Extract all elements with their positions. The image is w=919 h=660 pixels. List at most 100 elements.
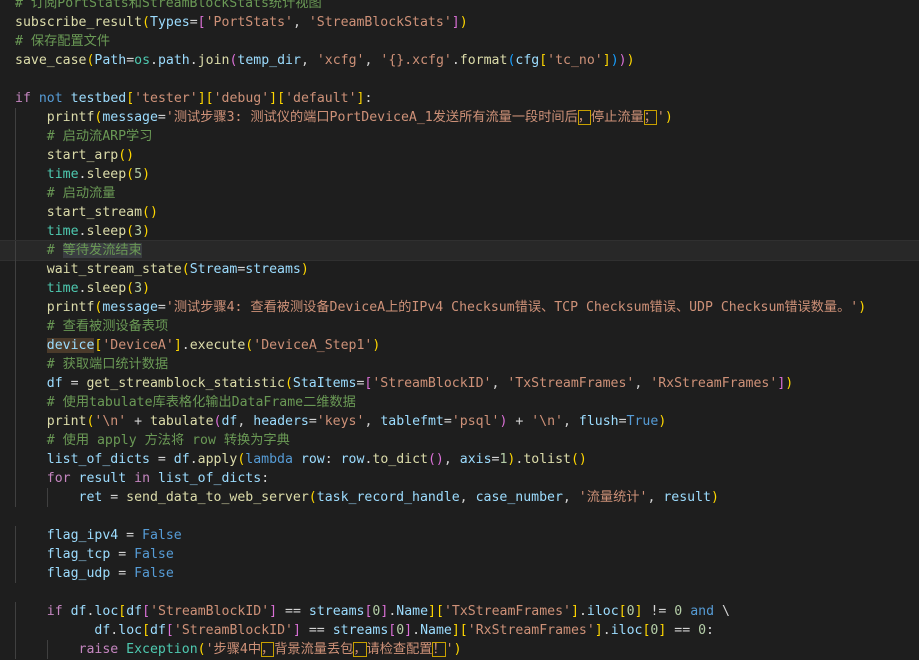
code-token: 'psql' — [451, 414, 500, 429]
code-token: flag_udp — [46, 566, 111, 581]
code-line[interactable]: save_case(Path=os.path.join(temp_dir, 'x… — [0, 51, 919, 70]
code-token: , — [364, 53, 381, 68]
code-line[interactable]: # 订阅PortStats和StreamBlockStats统计视图 — [0, 0, 919, 13]
code-line[interactable]: device['DeviceA'].execute('DeviceA_Step1… — [0, 336, 919, 355]
code-line[interactable]: wait_stream_state(Stream=streams) — [0, 260, 919, 279]
code-token: wait_stream_state — [46, 262, 182, 277]
code-token: for — [46, 471, 71, 486]
code-token: = — [308, 414, 317, 429]
code-line[interactable] — [0, 70, 919, 89]
code-text: time.sleep(3) — [47, 279, 150, 298]
code-token: ) — [658, 414, 667, 429]
code-line[interactable]: ret = send_data_to_web_server(task_recor… — [0, 488, 919, 507]
code-token: 0 — [698, 623, 707, 638]
code-token: row — [340, 452, 365, 467]
code-token: df — [150, 623, 166, 638]
code-token: ) — [664, 110, 673, 125]
code-line[interactable]: flag_tcp = False — [0, 545, 919, 564]
code-token: 'keys' — [316, 414, 365, 429]
code-line[interactable]: time.sleep(3) — [0, 279, 919, 298]
code-line[interactable]: # 等待发流结束 — [0, 240, 919, 261]
code-line[interactable]: print('\n' + tabulate(df, headers='keys'… — [0, 412, 919, 431]
code-token: ) — [618, 53, 627, 68]
code-line[interactable]: for result in list_of_dicts: — [0, 469, 919, 488]
code-token: tabulate — [150, 414, 214, 429]
code-line[interactable]: # 获取端口统计数据 — [0, 355, 919, 374]
code-line[interactable]: # 启动流ARP学习 — [0, 127, 919, 146]
code-line[interactable]: list_of_dicts = df.apply(lambda row: row… — [0, 450, 919, 469]
code-line[interactable]: start_stream() — [0, 203, 919, 222]
code-token: loc — [94, 604, 119, 619]
code-token: ] — [197, 91, 206, 106]
code-text: time.sleep(5) — [47, 165, 150, 184]
code-line[interactable]: subscribe_result(Types=['PortStats', 'St… — [0, 13, 919, 32]
code-token: ( — [142, 15, 150, 30]
code-token: ， — [261, 642, 275, 657]
code-token: . — [451, 53, 460, 68]
code-token: device — [46, 338, 95, 353]
code-line[interactable]: printf(message='测试步骤4: 查看被测设备DeviceA上的IP… — [0, 298, 919, 317]
code-line[interactable] — [0, 583, 919, 602]
indent-guide — [15, 165, 16, 184]
code-line[interactable]: raise Exception('步骤4中，背景流量丢包，请检查配置！') — [0, 640, 919, 659]
code-token: 'StreamBlockID' — [150, 604, 270, 619]
code-line[interactable]: # 查看被测设备表项 — [0, 317, 919, 336]
code-line[interactable]: # 使用tabulate库表格化输出DataFrame二维数据 — [0, 393, 919, 412]
code-text: device['DeviceA'].execute('DeviceA_Step1… — [46, 336, 380, 355]
code-token: df — [70, 604, 87, 619]
code-token: ) — [610, 53, 619, 68]
code-token: [ — [205, 91, 214, 106]
code-line[interactable]: if df.loc[df['StreamBlockID'] == streams… — [0, 602, 919, 621]
code-editor[interactable]: # 订阅PortStats和StreamBlockStats统计视图 subscr… — [0, 0, 919, 660]
code-token: = — [443, 414, 452, 429]
code-token: save_case — [15, 53, 87, 68]
code-token: cfg — [515, 53, 540, 68]
code-line[interactable]: df = get_streamblock_statistic(StaItems=… — [0, 374, 919, 393]
code-text: flag_ipv4 = False — [47, 526, 182, 545]
code-token: message — [102, 110, 158, 125]
code-token: , — [647, 490, 664, 505]
code-token: True — [626, 414, 659, 429]
code-token: . — [412, 623, 421, 638]
code-token: ( — [126, 224, 135, 239]
code-text: # 等待发流结束 — [47, 241, 142, 260]
code-token: [ — [539, 53, 548, 68]
code-token: ] — [451, 15, 460, 30]
code-line[interactable]: # 启动流量 — [0, 184, 919, 203]
code-line[interactable]: time.sleep(5) — [0, 165, 919, 184]
code-token: 'DeviceA_Step1' — [253, 338, 373, 353]
code-token: 0 — [626, 604, 635, 619]
code-token: ， — [577, 110, 591, 125]
code-line[interactable]: printf(message='测试步骤3: 测试仪的端口PortDeviceA… — [0, 108, 919, 127]
code-token: + — [507, 414, 532, 429]
code-token: == — [277, 604, 309, 619]
code-token: 背景流量丢包 — [274, 642, 354, 657]
code-token: flush — [578, 414, 619, 429]
code-line[interactable]: flag_ipv4 = False — [0, 526, 919, 545]
code-line[interactable]: # 保存配置文件 — [0, 32, 919, 51]
code-line[interactable]: # 使用 apply 方法将 row 转换为字典 — [0, 431, 919, 450]
code-line[interactable]: start_arp() — [0, 146, 919, 165]
code-text: printf(message='测试步骤4: 查看被测设备DeviceA上的IP… — [47, 298, 866, 317]
code-token: 'PortStats' — [205, 15, 293, 30]
code-line[interactable]: flag_udp = False — [0, 564, 919, 583]
code-token: [ — [197, 15, 206, 30]
code-token: '\n' — [531, 414, 563, 429]
code-token: ret — [78, 490, 103, 505]
code-token: sleep — [86, 167, 127, 182]
code-token: ] — [451, 623, 460, 638]
indent-guide — [15, 545, 16, 564]
code-token: 'tc_no' — [547, 53, 603, 68]
code-line[interactable]: time.sleep(3) — [0, 222, 919, 241]
code-text: start_stream() — [47, 203, 158, 222]
code-line[interactable]: df.loc[df['StreamBlockID'] == streams[0]… — [0, 621, 919, 640]
code-token: in — [134, 471, 151, 486]
code-text: # 使用 apply 方法将 row 转换为字典 — [47, 431, 290, 450]
code-text: printf(message='测试步骤3: 测试仪的端口PortDeviceA… — [47, 108, 673, 127]
code-token: message — [102, 300, 158, 315]
code-line[interactable] — [0, 507, 919, 526]
indent-guide — [15, 450, 16, 469]
code-token: path — [157, 53, 190, 68]
code-line[interactable]: if not testbed['tester']['debug']['defau… — [0, 89, 919, 108]
